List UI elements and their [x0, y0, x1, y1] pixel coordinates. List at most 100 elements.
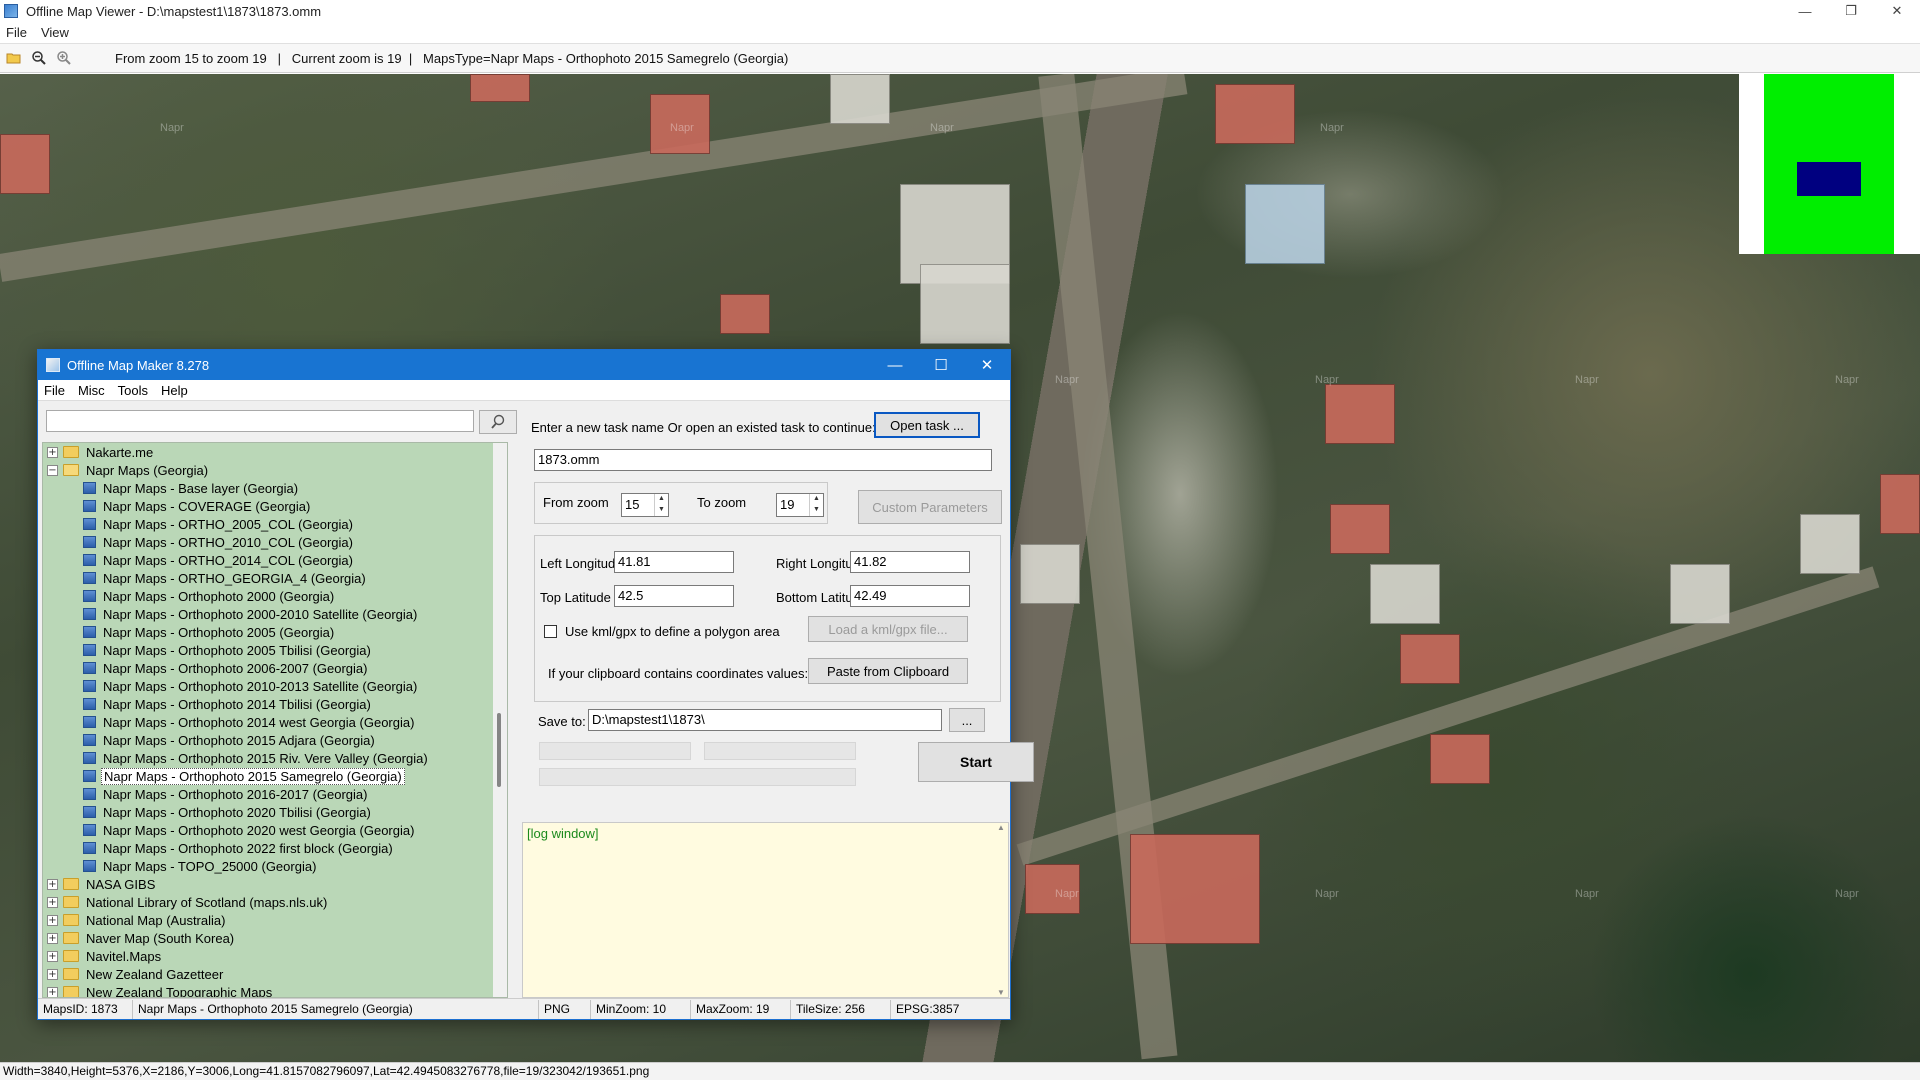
- up-arrow-icon[interactable]: ▲: [810, 494, 823, 505]
- from-zoom-stepper[interactable]: 15 ▲ ▼: [621, 493, 669, 517]
- tree-scrollbar-thumb[interactable]: [497, 713, 501, 787]
- viewer-status-bar: Width=3840,Height=5376,X=2186,Y=3006,Lon…: [0, 1062, 1920, 1080]
- dialog-minimize-icon[interactable]: —: [872, 350, 918, 380]
- tree-map-item[interactable]: Napr Maps - Orthophoto 2015 Adjara (Geor…: [43, 731, 507, 749]
- kml-polygon-checkbox[interactable]: [544, 625, 557, 638]
- status-map-name: Napr Maps - Orthophoto 2015 Samegrelo (G…: [133, 999, 539, 1019]
- tree-map-item[interactable]: Napr Maps - Orthophoto 2000 (Georgia): [43, 587, 507, 605]
- tree-folder[interactable]: + NASA GIBS: [43, 875, 507, 893]
- tree-map-item[interactable]: Napr Maps - Orthophoto 2010-2013 Satelli…: [43, 677, 507, 695]
- dialog-menu-misc[interactable]: Misc: [78, 383, 105, 398]
- dialog-menu-help[interactable]: Help: [161, 383, 188, 398]
- tree-map-item[interactable]: Napr Maps - ORTHO_2010_COL (Georgia): [43, 533, 507, 551]
- minimize-icon[interactable]: —: [1782, 0, 1828, 22]
- minimap-viewport-rect[interactable]: [1797, 162, 1861, 196]
- search-button[interactable]: [479, 410, 517, 434]
- dialog-status-bar: MapsID: 1873 Napr Maps - Orthophoto 2015…: [38, 998, 1010, 1019]
- menu-view[interactable]: View: [41, 25, 69, 40]
- tree-item-label: Napr Maps - Orthophoto 2014 west Georgia…: [103, 714, 415, 730]
- down-arrow-icon[interactable]: ▼: [810, 505, 823, 516]
- bottom-latitude-field[interactable]: 42.49: [850, 585, 970, 607]
- status-min-zoom: MinZoom: 10: [591, 999, 691, 1019]
- load-kml-button[interactable]: Load a kml/gpx file...: [808, 616, 968, 642]
- tree-map-item[interactable]: Napr Maps - Base layer (Georgia): [43, 479, 507, 497]
- tree-map-item[interactable]: Napr Maps - ORTHO_2005_COL (Georgia): [43, 515, 507, 533]
- right-longitude-field[interactable]: 41.82: [850, 551, 970, 573]
- zoom-in-button[interactable]: [53, 47, 75, 69]
- expand-icon[interactable]: +: [47, 446, 58, 458]
- paste-from-clipboard-button[interactable]: Paste from Clipboard: [808, 658, 968, 684]
- from-zoom-arrows[interactable]: ▲ ▼: [654, 494, 668, 516]
- tree-folder[interactable]: + National Library of Scotland (maps.nls.…: [43, 893, 507, 911]
- map-source-tree[interactable]: + Nakarte.me − Napr Maps (Georgia) Napr Maps…: [42, 442, 508, 998]
- map-building: [1800, 514, 1860, 574]
- tree-map-item[interactable]: Napr Maps - Orthophoto 2020 Tbilisi (Geo…: [43, 803, 507, 821]
- tree-map-item[interactable]: Napr Maps - TOPO_25000 (Georgia): [43, 857, 507, 875]
- tree-folder[interactable]: + New Zealand Gazetteer: [43, 965, 507, 983]
- tree-folder[interactable]: + Naver Map (South Korea): [43, 929, 507, 947]
- to-zoom-arrows[interactable]: ▲ ▼: [809, 494, 823, 516]
- top-latitude-field[interactable]: 42.5: [614, 585, 734, 607]
- dialog-maximize-icon[interactable]: ☐: [918, 350, 964, 380]
- tree-map-item[interactable]: Napr Maps - Orthophoto 2022 first block …: [43, 839, 507, 857]
- scroll-down-icon[interactable]: ▼: [994, 988, 1008, 997]
- dialog-title-bar[interactable]: Offline Map Maker 8.278 — ☐ ✕: [38, 350, 1010, 380]
- tree-folder[interactable]: + New Zealand Topographic Maps: [43, 983, 507, 997]
- open-folder-button[interactable]: [3, 47, 25, 69]
- tree-map-item[interactable]: Napr Maps - COVERAGE (Georgia): [43, 497, 507, 515]
- task-name-field[interactable]: 1873.omm: [534, 449, 992, 471]
- expand-icon[interactable]: +: [47, 950, 58, 962]
- close-icon[interactable]: ✕: [1874, 0, 1920, 22]
- menu-file[interactable]: File: [6, 25, 27, 40]
- zoom-out-button[interactable]: [28, 47, 50, 69]
- browse-folder-button[interactable]: ...: [949, 708, 985, 732]
- tree-scrollbar[interactable]: [493, 443, 507, 997]
- custom-parameters-button[interactable]: Custom Parameters: [858, 490, 1002, 524]
- tree-folder[interactable]: + National Map (Australia): [43, 911, 507, 929]
- tree-map-item[interactable]: Napr Maps - Orthophoto 2015 Riv. Vere Va…: [43, 749, 507, 767]
- map-watermark: Napr: [1320, 122, 1344, 134]
- tree-map-item[interactable]: Napr Maps - ORTHO_GEORGIA_4 (Georgia): [43, 569, 507, 587]
- tree-folder[interactable]: − Napr Maps (Georgia): [43, 461, 507, 479]
- expand-icon[interactable]: +: [47, 986, 58, 997]
- tree-item-label: Napr Maps - Orthophoto 2020 Tbilisi (Geo…: [103, 804, 371, 820]
- save-to-field[interactable]: D:\mapstest1\1873\: [588, 709, 942, 731]
- dialog-menu-tools[interactable]: Tools: [118, 383, 148, 398]
- map-search-input[interactable]: [46, 410, 474, 432]
- tree-map-item[interactable]: Napr Maps - Orthophoto 2014 Tbilisi (Geo…: [43, 695, 507, 713]
- tree-map-item[interactable]: Napr Maps - Orthophoto 2016-2017 (Georgi…: [43, 785, 507, 803]
- window-controls: — ❐ ✕: [1782, 0, 1920, 22]
- collapse-icon[interactable]: −: [47, 464, 58, 476]
- tree-map-item[interactable]: Napr Maps - Orthophoto 2000-2010 Satelli…: [43, 605, 507, 623]
- tree-map-item[interactable]: Napr Maps - Orthophoto 2005 (Georgia): [43, 623, 507, 641]
- dialog-close-icon[interactable]: ✕: [964, 350, 1010, 380]
- expand-icon[interactable]: +: [47, 968, 58, 980]
- tree-map-item[interactable]: Napr Maps - ORTHO_2014_COL (Georgia): [43, 551, 507, 569]
- expand-icon[interactable]: +: [47, 896, 58, 908]
- start-button[interactable]: Start: [918, 742, 1034, 782]
- tree-map-item[interactable]: Napr Maps - Orthophoto 2006-2007 (Georgi…: [43, 659, 507, 677]
- scroll-up-icon[interactable]: ▲: [994, 823, 1008, 832]
- up-arrow-icon[interactable]: ▲: [655, 494, 668, 505]
- tree-folder[interactable]: + Navitel.Maps: [43, 947, 507, 965]
- tree-folder[interactable]: + Nakarte.me: [43, 443, 507, 461]
- status-epsg: EPSG:3857: [896, 1001, 960, 1016]
- map-watermark: Napr: [1055, 374, 1079, 386]
- expand-icon[interactable]: +: [47, 878, 58, 890]
- expand-icon[interactable]: +: [47, 932, 58, 944]
- tree-map-item[interactable]: Napr Maps - Orthophoto 2005 Tbilisi (Geo…: [43, 641, 507, 659]
- tree-map-item[interactable]: Napr Maps - Orthophoto 2020 west Georgia…: [43, 821, 507, 839]
- restore-icon[interactable]: ❐: [1828, 0, 1874, 22]
- left-longitude-field[interactable]: 41.81: [614, 551, 734, 573]
- to-zoom-stepper[interactable]: 19 ▲ ▼: [776, 493, 824, 517]
- log-scrollbar[interactable]: ▲ ▼: [994, 823, 1008, 997]
- tree-map-item[interactable]: Napr Maps - Orthophoto 2014 west Georgia…: [43, 713, 507, 731]
- overview-minimap[interactable]: [1739, 74, 1920, 254]
- open-task-button[interactable]: Open task ...: [874, 412, 980, 438]
- log-window[interactable]: [log window] ▲ ▼: [522, 822, 1009, 998]
- tree-map-item[interactable]: Napr Maps - Orthophoto 2015 Samegrelo (G…: [43, 767, 507, 785]
- down-arrow-icon[interactable]: ▼: [655, 505, 668, 516]
- map-layer-icon: [83, 626, 96, 638]
- expand-icon[interactable]: +: [47, 914, 58, 926]
- dialog-menu-file[interactable]: File: [44, 383, 65, 398]
